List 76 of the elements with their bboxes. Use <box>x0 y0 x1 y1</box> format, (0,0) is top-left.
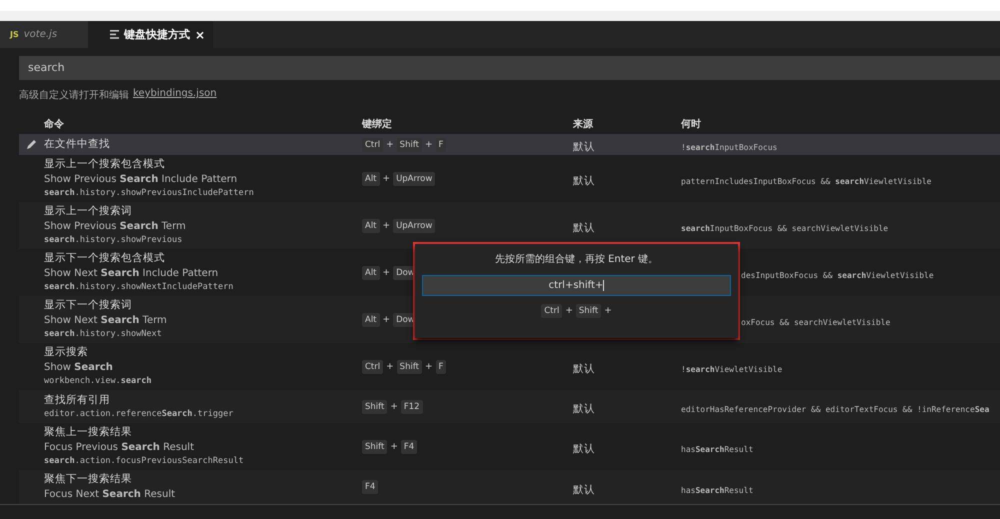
when-clause: editorHasReferenceProvider && editorTextFocus && !inReferenceSea <box>681 405 990 414</box>
command-title: 聚焦上一搜索结果 <box>44 425 133 440</box>
key-label: Ctrl <box>362 360 384 374</box>
key-label: F4 <box>400 440 418 454</box>
command-label: Show Previous Search Include Pattern <box>44 173 238 187</box>
source-text: 默认 <box>573 222 595 234</box>
source-text: 默认 <box>573 363 595 375</box>
plus-sign: + <box>382 174 390 184</box>
key-label: F <box>436 360 446 374</box>
command-id: search.history.showNextIncludePattern <box>44 281 234 294</box>
source-text: 默认 <box>573 141 595 153</box>
source-text: 默认 <box>573 443 595 455</box>
when-clause: patternIncludesInputBoxFocus && searchViewletVisible <box>681 177 932 186</box>
command-title: 显示上一个搜索包含模式 <box>44 157 166 172</box>
key-label: F <box>436 138 446 152</box>
command-title: 在文件中查找 <box>44 137 111 152</box>
command-label: Focus Next Search Result <box>44 488 176 502</box>
key-label: F4 <box>362 480 378 494</box>
when-clause: hasSearchResult <box>681 445 754 454</box>
command-label: Show Next Search Include Pattern <box>44 267 220 281</box>
when-clause: !searchViewletVisible <box>681 365 782 374</box>
when-clause: hasSearchResult <box>681 486 754 494</box>
key-label: Shift <box>362 440 388 454</box>
column-header: 键绑定 <box>362 117 393 131</box>
plus-sign: + <box>425 140 433 150</box>
plus-sign: + <box>565 306 573 316</box>
command-id: search.action.focusPreviousSearchResult <box>44 455 245 468</box>
key-label: Shift <box>396 138 422 152</box>
key-label: Alt <box>362 172 380 186</box>
command-id: editor.action.referenceSearch.trigger <box>44 408 234 420</box>
plus-sign: + <box>390 402 398 412</box>
key-label: Alt <box>362 218 380 232</box>
key-label: UpArrow <box>393 172 436 186</box>
command-id: workbench.view.search <box>44 375 152 388</box>
key-label: Ctrl <box>362 138 384 152</box>
key-label: Ctrl <box>541 304 562 318</box>
when-clause: oxFocus && searchViewletVisible <box>741 318 890 327</box>
command-title: 聚焦下一搜索结果 <box>44 472 133 487</box>
command-label: Show Search <box>44 361 114 375</box>
key-label: Alt <box>362 312 380 326</box>
command-label: Focus Previous Search Result <box>44 441 195 455</box>
source-text: 默认 <box>573 175 595 187</box>
column-header: 何时 <box>681 118 702 131</box>
source-text: 默认 <box>573 403 595 415</box>
plus-sign: + <box>382 268 390 278</box>
command-title: 显示上一个搜索词 <box>44 204 133 219</box>
key-label: Shift <box>396 360 422 374</box>
command-id: search.history.showPreviousIncludePattern <box>44 187 255 200</box>
key-label: UpArrow <box>393 218 436 232</box>
command-id: search.history.showNext <box>44 328 163 341</box>
command-title: 显示下一个搜索词 <box>44 298 133 313</box>
plus-sign: + <box>382 220 390 230</box>
plus-sign: + <box>425 362 433 372</box>
key-label: Shift <box>362 400 388 414</box>
key-label: F12 <box>400 400 423 414</box>
plus-sign: + <box>604 306 612 316</box>
column-header: 来源 <box>573 118 594 131</box>
when-clause: desInputBoxFocus && searchViewletVisible <box>741 271 934 280</box>
when-clause: !searchInputBoxFocus <box>681 143 778 152</box>
plus-sign: + <box>386 362 394 372</box>
plus-sign: + <box>386 140 394 150</box>
plus-sign: + <box>382 314 390 324</box>
command-label: Show Previous Search Term <box>44 220 187 234</box>
key-label: Shift <box>576 304 602 318</box>
command-id: search.history.showPrevious <box>44 234 184 247</box>
command-title: 查找所有引用 <box>44 392 111 408</box>
column-header: 命令 <box>44 118 65 131</box>
command-title: 显示下一个搜索包含模式 <box>44 251 166 266</box>
command-label: Show Next Search Term <box>44 314 168 328</box>
command-title: 显示搜索 <box>44 345 89 360</box>
hint-text: 高级自定义请打开和编辑 <box>19 88 129 102</box>
plus-sign: + <box>390 442 398 452</box>
when-clause: searchInputBoxFocus && searchViewletVisible <box>681 224 888 233</box>
dialog-message: 先按所需的组合键，再按 Enter 键。 <box>494 252 658 266</box>
source-text: 默认 <box>573 484 595 496</box>
key-label: Alt <box>362 266 380 280</box>
